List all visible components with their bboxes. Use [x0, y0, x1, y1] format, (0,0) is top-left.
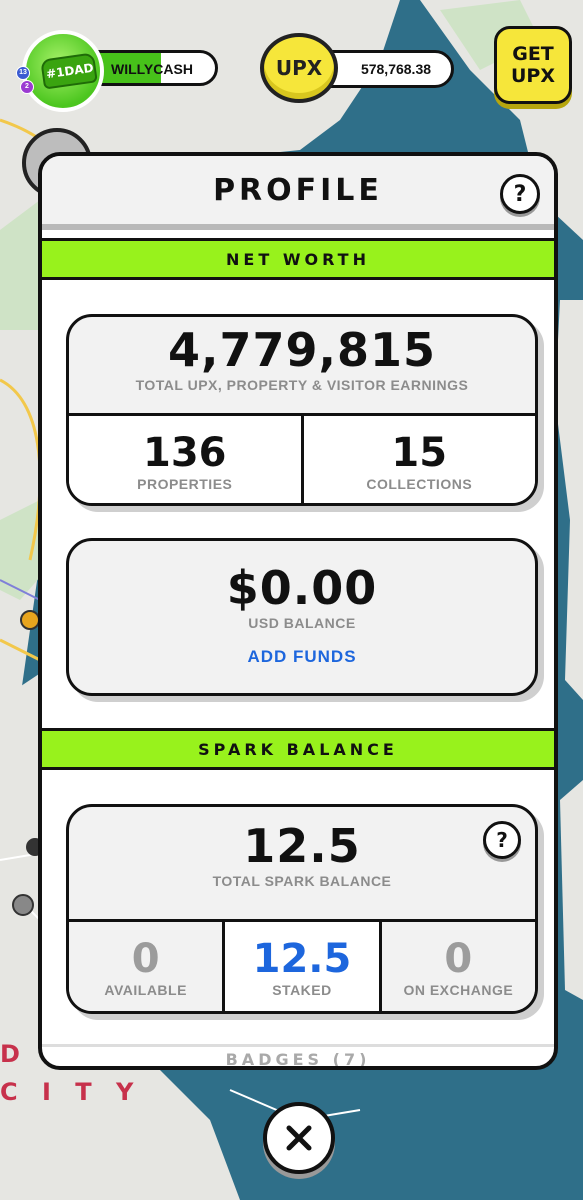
badges-section-peek[interactable]: BADGES (7) — [42, 1044, 554, 1066]
level-badge: 2 — [20, 80, 34, 94]
avatar: #1DAD — [22, 30, 104, 112]
username-pill[interactable]: WILLYCASH — [92, 50, 218, 86]
properties-stat[interactable]: 136 PROPERTIES — [69, 416, 301, 503]
spark-available-label: AVAILABLE — [104, 982, 187, 998]
spark-total-label: TOTAL SPARK BALANCE — [212, 873, 392, 889]
spark-help-icon[interactable]: ? — [483, 821, 521, 859]
usd-balance-card: $0.00 USD BALANCE ADD FUNDS — [66, 538, 538, 696]
net-worth-total: 4,779,815 TOTAL UPX, PROPERTY & VISITOR … — [69, 317, 535, 413]
get-upx-button[interactable]: GET UPX — [494, 26, 572, 104]
spark-balance-card: 12.5 TOTAL SPARK BALANCE ? 0 AVAILABLE 1… — [66, 804, 538, 1014]
close-button[interactable] — [263, 1102, 335, 1174]
add-funds-link[interactable]: ADD FUNDS — [69, 647, 535, 667]
upx-balance: 578,768.38 — [360, 61, 432, 77]
get-upx-label: GET UPX — [510, 43, 555, 87]
usd-balance-content: $0.00 USD BALANCE ADD FUNDS — [69, 541, 535, 667]
spark-exchange-value: 0 — [444, 936, 473, 982]
usd-balance-label: USD BALANCE — [248, 615, 356, 631]
spark-staked-value: 12.5 — [252, 936, 352, 982]
upx-balance-pill[interactable]: 578,768.38 — [322, 50, 454, 88]
close-icon — [286, 1125, 312, 1151]
spark-staked-label: STAKED — [272, 982, 332, 998]
collections-stat[interactable]: 15 COLLECTIONS — [300, 416, 535, 503]
help-icon[interactable]: ? — [500, 174, 540, 214]
spark-total-value: 12.5 — [243, 819, 361, 873]
map-city-label-line2: C I T Y — [0, 1078, 142, 1106]
spark-available-stat[interactable]: 0 AVAILABLE — [69, 922, 223, 1011]
modal-header: PROFILE — [42, 156, 554, 230]
spark-total: 12.5 TOTAL SPARK BALANCE — [69, 807, 535, 919]
level-badge: 13 — [16, 66, 30, 80]
upx-coin-label: UPX — [275, 56, 323, 80]
spark-exchange-stat[interactable]: 0 ON EXCHANGE — [378, 922, 535, 1011]
usd-balance-value: $0.00 — [226, 561, 378, 615]
spark-balance-banner-label: SPARK BALANCE — [198, 739, 398, 759]
net-worth-stats-row: 136 PROPERTIES 15 COLLECTIONS — [69, 413, 535, 503]
net-worth-banner: NET WORTH — [42, 238, 554, 280]
upx-coin-icon[interactable]: UPX — [260, 33, 338, 103]
spark-balance-banner: SPARK BALANCE — [42, 728, 554, 770]
properties-label: PROPERTIES — [137, 476, 233, 492]
spark-available-value: 0 — [131, 936, 160, 982]
properties-value: 136 — [143, 430, 227, 476]
page-title: PROFILE — [213, 172, 383, 208]
net-worth-total-value: 4,779,815 — [168, 323, 436, 377]
map-marker[interactable] — [20, 610, 40, 630]
spark-stats-row: 0 AVAILABLE 12.5 STAKED 0 ON EXCHANGE — [69, 919, 535, 1011]
spark-exchange-label: ON EXCHANGE — [403, 982, 514, 998]
collections-value: 15 — [391, 430, 448, 476]
net-worth-banner-label: NET WORTH — [226, 249, 370, 269]
net-worth-card: 4,779,815 TOTAL UPX, PROPERTY & VISITOR … — [66, 314, 538, 506]
username-label: WILLYCASH — [111, 61, 193, 77]
avatar-button[interactable]: #1DAD 13 2 — [16, 30, 104, 112]
profile-modal: PROFILE ? NET WORTH 4,779,815 TOTAL UPX,… — [38, 152, 558, 1070]
net-worth-total-label: TOTAL UPX, PROPERTY & VISITOR EARNINGS — [135, 377, 469, 393]
map-marker[interactable] — [12, 894, 34, 916]
spark-staked-stat[interactable]: 12.5 STAKED — [222, 922, 379, 1011]
collections-label: COLLECTIONS — [366, 476, 473, 492]
